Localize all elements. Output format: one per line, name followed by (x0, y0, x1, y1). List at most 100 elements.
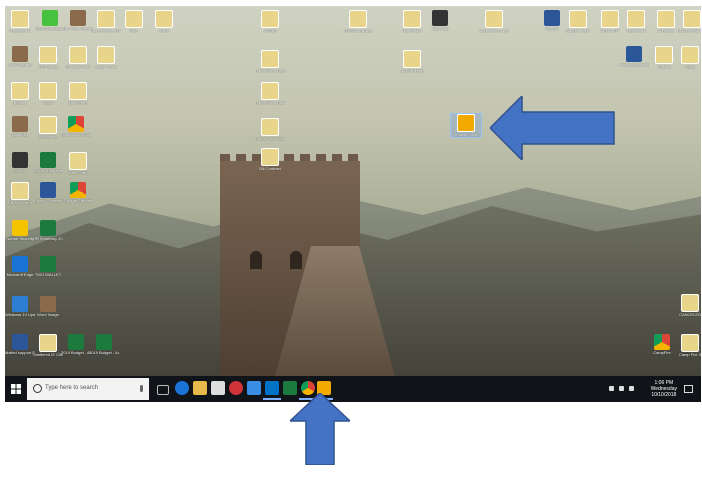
desktop-icon[interactable]: IRS Return (33, 46, 63, 69)
chevron-up-icon[interactable] (619, 386, 624, 391)
desktop-icon-label: Bill Pay (13, 168, 27, 173)
file-icon (11, 182, 29, 200)
desktop-icon[interactable]: Home Town Debt Help (255, 50, 285, 73)
desktop-icon[interactable]: install application (619, 46, 649, 67)
desktop-icon[interactable]: Camp Fire 3 (675, 334, 701, 357)
desktop-icon-label: CANCELED (679, 312, 701, 317)
desktop-icon[interactable]: Carbonite Home (479, 10, 509, 33)
desktop-icon[interactable]: Bill Contract (255, 148, 285, 171)
file-icon (69, 46, 87, 64)
desktop-icon[interactable]: High Bond (621, 10, 651, 33)
desktop-icon[interactable]: Word Image (33, 296, 63, 317)
desktop-icon[interactable]: Intel Mail (425, 10, 455, 31)
desktop-icon[interactable]: Norton Security (5, 220, 35, 241)
store-taskbar-icon[interactable] (211, 381, 225, 395)
desktop[interactable]: Recycle Bin WSUS/ConfigMgr HP Photo Creati… (5, 6, 701, 376)
desktop-icon[interactable]: Bill Pay Form (5, 182, 35, 205)
desktop-icon-label: TWO WALLET (34, 272, 62, 277)
desktop-icon[interactable]: CampFire (647, 334, 677, 355)
desktop-icon[interactable]: Home Town Water (255, 118, 285, 141)
desktop-icon[interactable]: PDF (119, 10, 149, 33)
file-icon (601, 10, 619, 28)
volume-icon[interactable] (629, 386, 634, 391)
desktop-icon[interactable]: Apple (675, 46, 701, 69)
file-icon (655, 46, 673, 64)
file-icon (569, 10, 587, 28)
dark-icon (432, 10, 448, 26)
desktop-icon[interactable]: Amazon Audit (450, 113, 482, 138)
file-icon (681, 46, 699, 64)
annotation-arrow-left-icon (490, 96, 615, 160)
desktop-icon[interactable]: USDA (33, 82, 63, 105)
desktop-icon[interactable]: Shopping (33, 116, 63, 139)
photos-taskbar-icon[interactable] (247, 381, 261, 395)
start-button[interactable] (5, 376, 27, 402)
desktop-icon[interactable]: Quicken Audit (63, 46, 93, 69)
desktop-icon[interactable]: Mailed support Excel PC (5, 334, 35, 355)
desktop-icon[interactable]: Bill Pay (5, 152, 35, 173)
chrome-icon (654, 334, 670, 350)
edge-taskbar-icon[interactable] (175, 381, 189, 395)
desktop-icon[interactable]: Calendar (5, 116, 35, 137)
desktop-icon[interactable]: 2019 Budget - Actual Actu.. (61, 334, 91, 355)
notification-icon[interactable] (684, 385, 693, 393)
desktop-icon[interactable]: Lido Returns (5, 46, 35, 67)
desktop-icon[interactable]: Medi-Fone (63, 82, 93, 105)
desktop-icon-label: HR Summary 2018 (33, 236, 63, 241)
desktop-icon[interactable]: FAFSA Building (343, 10, 373, 33)
desktop-icon-label: WSUS/ConfigMgr (35, 26, 65, 31)
file-icon (681, 334, 699, 352)
desktop-icon-label: IRS Return (38, 64, 58, 69)
word-icon (626, 46, 642, 62)
desktop-icon[interactable]: Shortcut to Choice Edge (61, 116, 91, 137)
clock[interactable]: 1:06 PM Wednesday 10/10/2018 (651, 380, 677, 398)
search-box[interactable]: Type here to search (27, 378, 149, 400)
desktop-icon-label: ALDI Budget (400, 68, 424, 73)
desktop-icon-label: HP Photo Creations (63, 26, 93, 31)
desktop-icon[interactable]: Windows 10 Update As... (5, 296, 35, 317)
chrome-icon (70, 182, 86, 198)
desktop-icon[interactable]: HP Photo Creations (63, 10, 93, 31)
desktop-icon[interactable]: Legal Forms (91, 46, 121, 69)
file-icon (155, 10, 173, 28)
green-icon (42, 10, 58, 26)
mail-taskbar-icon[interactable] (229, 381, 243, 395)
desktop-icon[interactable]: Intuit Form (63, 152, 93, 175)
wallpaper-arch (290, 251, 302, 269)
outlook-active-indicator (263, 398, 281, 400)
word-icon (12, 334, 28, 350)
microphone-icon[interactable] (140, 385, 143, 392)
desktop-icon[interactable]: HEDO Bond Payment (677, 10, 701, 33)
desktop-icon[interactable]: Tax Preview Setup (91, 10, 121, 33)
desktop-icon[interactable]: Equity Contract (33, 182, 63, 203)
outlook-taskbar-icon[interactable] (265, 381, 279, 395)
desktop-icon[interactable]: Copper Court (563, 10, 593, 33)
desktop-icon[interactable]: ALDI Budget (397, 50, 427, 73)
desktop-icon-label: Mail Folder (402, 28, 422, 33)
desktop-icon[interactable]: Recycle Bin (5, 10, 35, 33)
desktop-icon[interactable]: CANCELED (675, 294, 701, 317)
desktop-icon[interactable]: HR Summary 2018 (33, 220, 63, 241)
desktop-icon[interactable]: Budget (5, 82, 35, 105)
desktop-icon[interactable]: Microsoft Edge (5, 256, 35, 277)
desktop-icon[interactable]: Sheltered IE Client Prin (33, 334, 63, 357)
desktop-icon-label: Excel Mortgage (34, 168, 62, 173)
desktop-icon[interactable]: Mail Folder (397, 10, 427, 33)
desktop-icon-label: Intel Mail (431, 26, 448, 31)
desktop-icon[interactable]: Google Chrome (63, 182, 93, 203)
desktop-icon[interactable]: Excel Mortgage (33, 152, 63, 173)
desktop-icon[interactable]: AAR09 (255, 10, 285, 33)
desktop-icon[interactable]: WSUS/ConfigMgr (35, 10, 65, 31)
desktop-icon-label: Home Town Water (255, 136, 285, 141)
desktop-icon-label: Copper Court (565, 28, 590, 33)
file-icon (39, 46, 57, 64)
file-explorer-taskbar-icon[interactable] (193, 381, 207, 395)
desktop-icon[interactable]: TWO WALLET (33, 256, 63, 277)
desktop-icon[interactable]: Home Town Budget (255, 82, 285, 105)
cortana-icon (33, 384, 42, 393)
desktop-icon[interactable]: 2019 Budget - Actual Actual (89, 334, 119, 355)
network-icon[interactable] (609, 386, 614, 391)
photo-icon (70, 10, 86, 26)
task-view-button[interactable] (157, 385, 169, 395)
desktop-icon[interactable]: USUK (149, 10, 179, 33)
